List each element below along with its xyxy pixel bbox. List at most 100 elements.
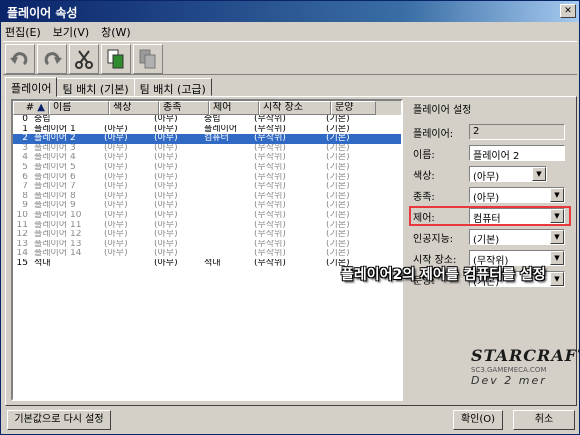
table-cell: 플레이어 5 <box>34 162 76 172</box>
list-header: # ▲ 이름 색상 종족 제어 시작 장소 문양 <box>13 101 401 115</box>
table-cell: (무작위) <box>254 249 286 259</box>
chevron-down-icon: ▼ <box>550 251 564 265</box>
toolbar <box>3 41 577 75</box>
table-row[interactable]: 1 플레이어 1 (아무) (아무) 플레이어 (무작위) (기본) <box>13 125 401 135</box>
copy-button[interactable] <box>101 44 131 74</box>
col-race[interactable]: 종족 <box>159 101 209 115</box>
ai-label: 인공지능: <box>413 233 454 245</box>
table-cell: (아무) <box>154 191 178 201</box>
color-select[interactable]: (아무) ▼ <box>469 166 547 183</box>
table-cell: (무작위) <box>254 134 286 144</box>
table-cell: (아무) <box>104 134 128 144</box>
table-cell: (아무) <box>104 210 128 220</box>
menu-view[interactable]: 보기(V) <box>53 24 89 39</box>
table-row[interactable]: 2 플레이어 2 (아무) (아무) 컴퓨터 (무작위) (기본) <box>13 134 401 144</box>
tab-team-advanced[interactable]: 팀 배치 (고급) <box>133 78 212 96</box>
table-row[interactable]: 8 플레이어 8 (아무) (아무) (무작위) (기본) <box>13 192 401 202</box>
table-cell: 플레이어 4 <box>34 153 76 163</box>
table-cell: (무작위) <box>254 143 286 153</box>
table-row[interactable]: 4 플레이어 4 (아무) (아무) (무작위) (기본) <box>13 153 401 163</box>
ai-select[interactable]: (기본) ▼ <box>469 229 565 246</box>
table-cell <box>201 230 251 240</box>
table-row[interactable]: 3 플레이어 3 (아무) (아무) (무작위) (기본) <box>13 144 401 154</box>
table-cell: 플레이어 1 <box>34 124 76 134</box>
table-row[interactable]: 9 플레이어 9 (아무) (아무) (무작위) (기본) <box>13 201 401 211</box>
table-cell: 플레이어 <box>204 124 238 134</box>
col-symbol[interactable]: 문양 <box>331 101 376 115</box>
sort-ascending-icon: ▲ <box>37 102 45 113</box>
name-field[interactable]: 플레이어 2 <box>469 145 565 162</box>
redo-button[interactable] <box>37 44 67 74</box>
table-row[interactable]: 7 플레이어 7 (아무) (아무) (무작위) (기본) <box>13 182 401 192</box>
ok-button[interactable]: 확인(O) <box>453 410 503 430</box>
player-properties-window: 플레이어 속성 ✕ 편집(E) 보기(V) 창(W) 플레이어 팀 배치 (기본… <box>0 0 580 435</box>
table-cell: (기본) <box>326 143 350 153</box>
table-cell: (아무) <box>104 153 128 163</box>
table-cell: (무작위) <box>254 210 286 220</box>
table-row[interactable]: 13 플레이어 13 (아무) (아무) (무작위) (기본) <box>13 240 401 250</box>
table-row[interactable]: 11 플레이어 11 (아무) (아무) (무작위) (기본) <box>13 221 401 231</box>
table-cell: (아무) <box>154 258 178 268</box>
menu-window[interactable]: 창(W) <box>101 24 131 39</box>
table-cell: 5 <box>22 162 28 172</box>
col-color[interactable]: 색상 <box>109 101 159 115</box>
table-cell <box>201 144 251 154</box>
table-cell: (아무) <box>104 191 128 201</box>
undo-button[interactable] <box>5 44 35 74</box>
table-cell: (무작위) <box>254 191 286 201</box>
table-row[interactable]: 0 중립 (아무) 중립 (무작위) (기본) <box>13 115 401 125</box>
table-cell: 4 <box>22 153 28 163</box>
tab-players[interactable]: 플레이어 <box>5 77 58 97</box>
table-cell: 6 <box>22 172 28 182</box>
table-cell: (아무) <box>104 162 128 172</box>
paste-button[interactable] <box>133 44 163 74</box>
table-cell <box>201 182 251 192</box>
table-cell: (기본) <box>326 153 350 163</box>
table-cell: (아무) <box>104 249 128 259</box>
col-name[interactable]: 이름 <box>49 101 109 115</box>
table-cell: 7 <box>22 182 28 192</box>
player-settings: 플레이어 설정 플레이어: 2 이름: 플레이어 2 색상: (아무) ▼ 종족:… <box>409 99 571 290</box>
menu-edit[interactable]: 편집(E) <box>5 24 41 39</box>
close-icon[interactable]: ✕ <box>560 4 576 18</box>
table-cell <box>201 153 251 163</box>
chevron-down-icon: ▼ <box>532 167 546 181</box>
control-row-highlight: 제어: 컴퓨터 ▼ <box>409 206 571 226</box>
table-cell: (기본) <box>326 124 350 134</box>
table-cell: 0 <box>22 115 28 124</box>
reset-defaults-button[interactable]: 기본값으로 다시 설정 <box>7 410 111 430</box>
table-cell: 11 <box>16 220 28 230</box>
table-row[interactable]: 14 플레이어 14 (아무) (아무) (무작위) (기본) <box>13 249 401 259</box>
control-select[interactable]: 컴퓨터 ▼ <box>469 208 565 225</box>
table-cell: (무작위) <box>254 239 286 249</box>
table-cell: (기본) <box>326 182 350 192</box>
redo-icon <box>44 52 62 66</box>
player-list[interactable]: # ▲ 이름 색상 종족 제어 시작 장소 문양 0 중립 (아무) 중립 (무작위)(… <box>11 99 403 401</box>
table-row[interactable]: 12 플레이어 12 (아무) (아무) (무작위) (기본) <box>13 230 401 240</box>
table-cell: (아무) <box>154 143 178 153</box>
list-body: 0 중립 (아무) 중립 (무작위) (기본) 1 플레이어 1 (아무) (아무) 플레이어 (무작… <box>13 115 401 269</box>
table-row[interactable]: 10 플레이어 10 (아무) (아무) (무작위) (기본) <box>13 211 401 221</box>
table-cell: (무작위) <box>254 220 286 230</box>
table-row[interactable]: 6 플레이어 6 (아무) (아무) (무작위) (기본) <box>13 173 401 183</box>
chevron-down-icon: ▼ <box>550 188 564 202</box>
col-start[interactable]: 시작 장소 <box>259 101 331 115</box>
table-row[interactable]: 5 플레이어 5 (아무) (아무) (무작위) (기본) <box>13 163 401 173</box>
table-cell <box>201 249 251 259</box>
table-cell <box>201 211 251 221</box>
table-cell <box>101 259 151 269</box>
scissors-icon <box>75 50 93 69</box>
table-cell: (기본) <box>326 239 350 249</box>
cancel-button[interactable]: 취소 <box>513 410 575 430</box>
col-control[interactable]: 제어 <box>209 101 259 115</box>
cut-button[interactable] <box>69 44 99 74</box>
table-cell: 12 <box>16 230 28 240</box>
table-cell: (아무) <box>104 230 128 240</box>
starcraft-logo: STARCRAFT SC3.GAMEMECA.COM Dev 2 mer <box>471 346 580 387</box>
race-select[interactable]: (아무) ▼ <box>469 187 565 204</box>
col-number[interactable]: # ▲ <box>13 101 49 115</box>
undo-icon <box>10 52 28 66</box>
table-cell: 3 <box>22 143 28 153</box>
table-cell: 적대 <box>34 258 51 268</box>
tab-team-basic[interactable]: 팀 배치 (기본) <box>56 78 135 96</box>
